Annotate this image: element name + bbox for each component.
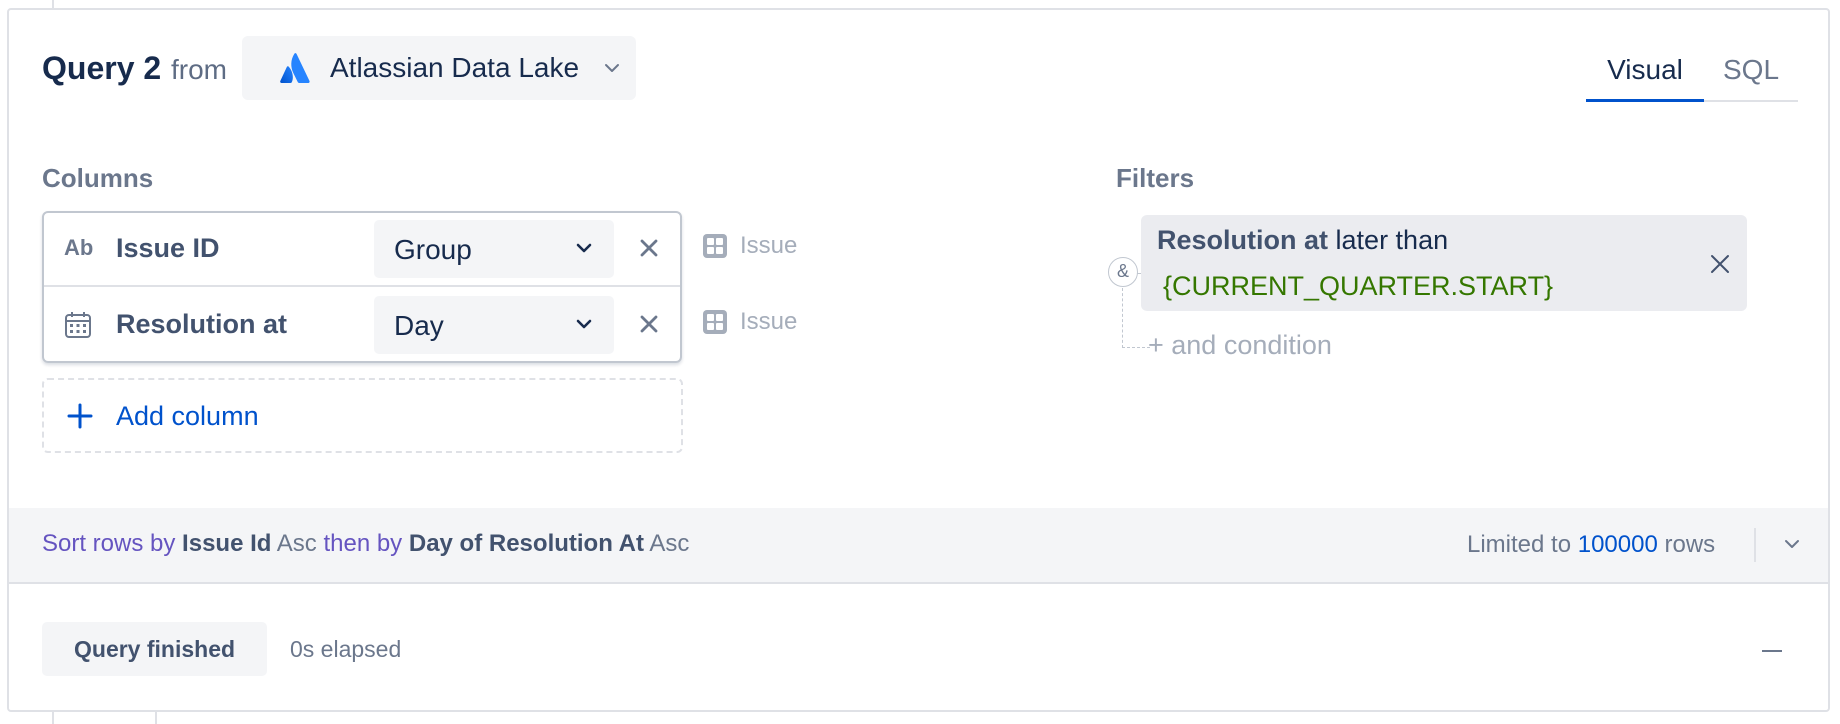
column-row[interactable]: Ab Issue ID Group xyxy=(44,213,680,287)
query-title: Query 2 xyxy=(42,50,162,86)
limit-prefix: Limited to xyxy=(1467,531,1572,558)
from-label: from xyxy=(171,54,227,85)
aggregation-select[interactable]: Day xyxy=(374,296,614,354)
query-panel: Query 2 from Atlassian Data Lake Visual … xyxy=(7,8,1830,712)
column-name: Issue ID xyxy=(116,233,220,263)
sort-field: Day of Resolution At xyxy=(408,530,644,557)
data-source-select[interactable]: Atlassian Data Lake xyxy=(242,36,636,100)
calendar-icon xyxy=(65,312,91,338)
data-source-label: Atlassian Data Lake xyxy=(330,52,580,83)
limit-value[interactable]: 100000 xyxy=(1578,531,1658,558)
collapse-icon[interactable] xyxy=(1762,650,1782,652)
remove-column-icon[interactable] xyxy=(636,235,662,261)
editor-mode-tabs: Visual SQL xyxy=(1586,46,1798,102)
sort-prefix: Sort rows by xyxy=(42,530,176,557)
sort-summary: Sort rows by Issue Id Asc then by Day of… xyxy=(42,530,689,558)
column-source-label: Issue xyxy=(740,232,798,259)
sort-then-label: then by xyxy=(323,530,403,557)
tab-visual[interactable]: Visual xyxy=(1586,54,1704,86)
guide-line xyxy=(52,0,54,8)
divider xyxy=(1754,528,1756,562)
column-row[interactable]: Resolution at Day xyxy=(44,289,680,363)
limit-suffix: rows xyxy=(1664,531,1716,558)
aggregation-select[interactable]: Group xyxy=(374,220,614,278)
filter-connector xyxy=(1122,288,1123,348)
text-type-icon: Ab xyxy=(64,235,94,260)
remove-column-icon[interactable] xyxy=(636,311,662,337)
aggregation-value: Day xyxy=(394,310,444,341)
elapsed-time: 0s elapsed xyxy=(290,636,402,662)
add-column-button[interactable]: Add column xyxy=(42,378,683,453)
filter-value: {CURRENT_QUARTER.START} xyxy=(1163,271,1554,301)
remove-filter-icon[interactable] xyxy=(1709,253,1731,275)
chevron-down-icon xyxy=(576,319,592,329)
chevron-down-icon xyxy=(576,243,592,253)
atlassian-logo-icon xyxy=(280,53,310,83)
sort-direction: Asc xyxy=(649,530,690,557)
row-limit: Limited to 100000 rows xyxy=(1467,531,1715,559)
guide-line xyxy=(155,712,157,724)
column-source-tag: Issue xyxy=(702,232,797,260)
filters-heading: Filters xyxy=(1116,163,1195,193)
and-conjunction-toggle[interactable]: & xyxy=(1108,257,1138,287)
filter-connector xyxy=(1122,347,1150,348)
column-source-tag: Issue xyxy=(702,308,797,336)
sort-direction: Asc xyxy=(276,530,317,557)
table-icon xyxy=(703,234,727,258)
chevron-down-icon xyxy=(605,64,619,72)
status-badge: Query finished xyxy=(42,622,267,676)
filter-field: Resolution at xyxy=(1157,225,1329,255)
tab-sql[interactable]: SQL xyxy=(1704,54,1798,86)
filter-operator: later than xyxy=(1335,225,1449,255)
sort-field: Issue Id xyxy=(182,530,272,557)
columns-heading: Columns xyxy=(42,163,154,193)
plus-icon xyxy=(67,403,93,429)
aggregation-value: Group xyxy=(394,234,472,265)
column-name: Resolution at xyxy=(116,309,288,339)
filter-expression: Resolution at later than xyxy=(1157,225,1448,256)
add-column-label: Add column xyxy=(116,401,259,431)
column-source-label: Issue xyxy=(740,308,798,335)
columns-list: Ab Issue ID Group Resolution at Day xyxy=(42,211,682,363)
active-tab-indicator xyxy=(1586,99,1704,102)
guide-line xyxy=(52,712,54,724)
table-icon xyxy=(703,310,727,334)
status-text: Query finished xyxy=(74,636,236,662)
add-condition-button[interactable]: + and condition xyxy=(1148,330,1332,361)
chevron-down-icon[interactable] xyxy=(1782,534,1802,554)
filter-condition[interactable]: Resolution at later than {CURRENT_QUARTE… xyxy=(1141,215,1747,311)
sort-bar[interactable]: Sort rows by Issue Id Asc then by Day of… xyxy=(9,508,1828,584)
